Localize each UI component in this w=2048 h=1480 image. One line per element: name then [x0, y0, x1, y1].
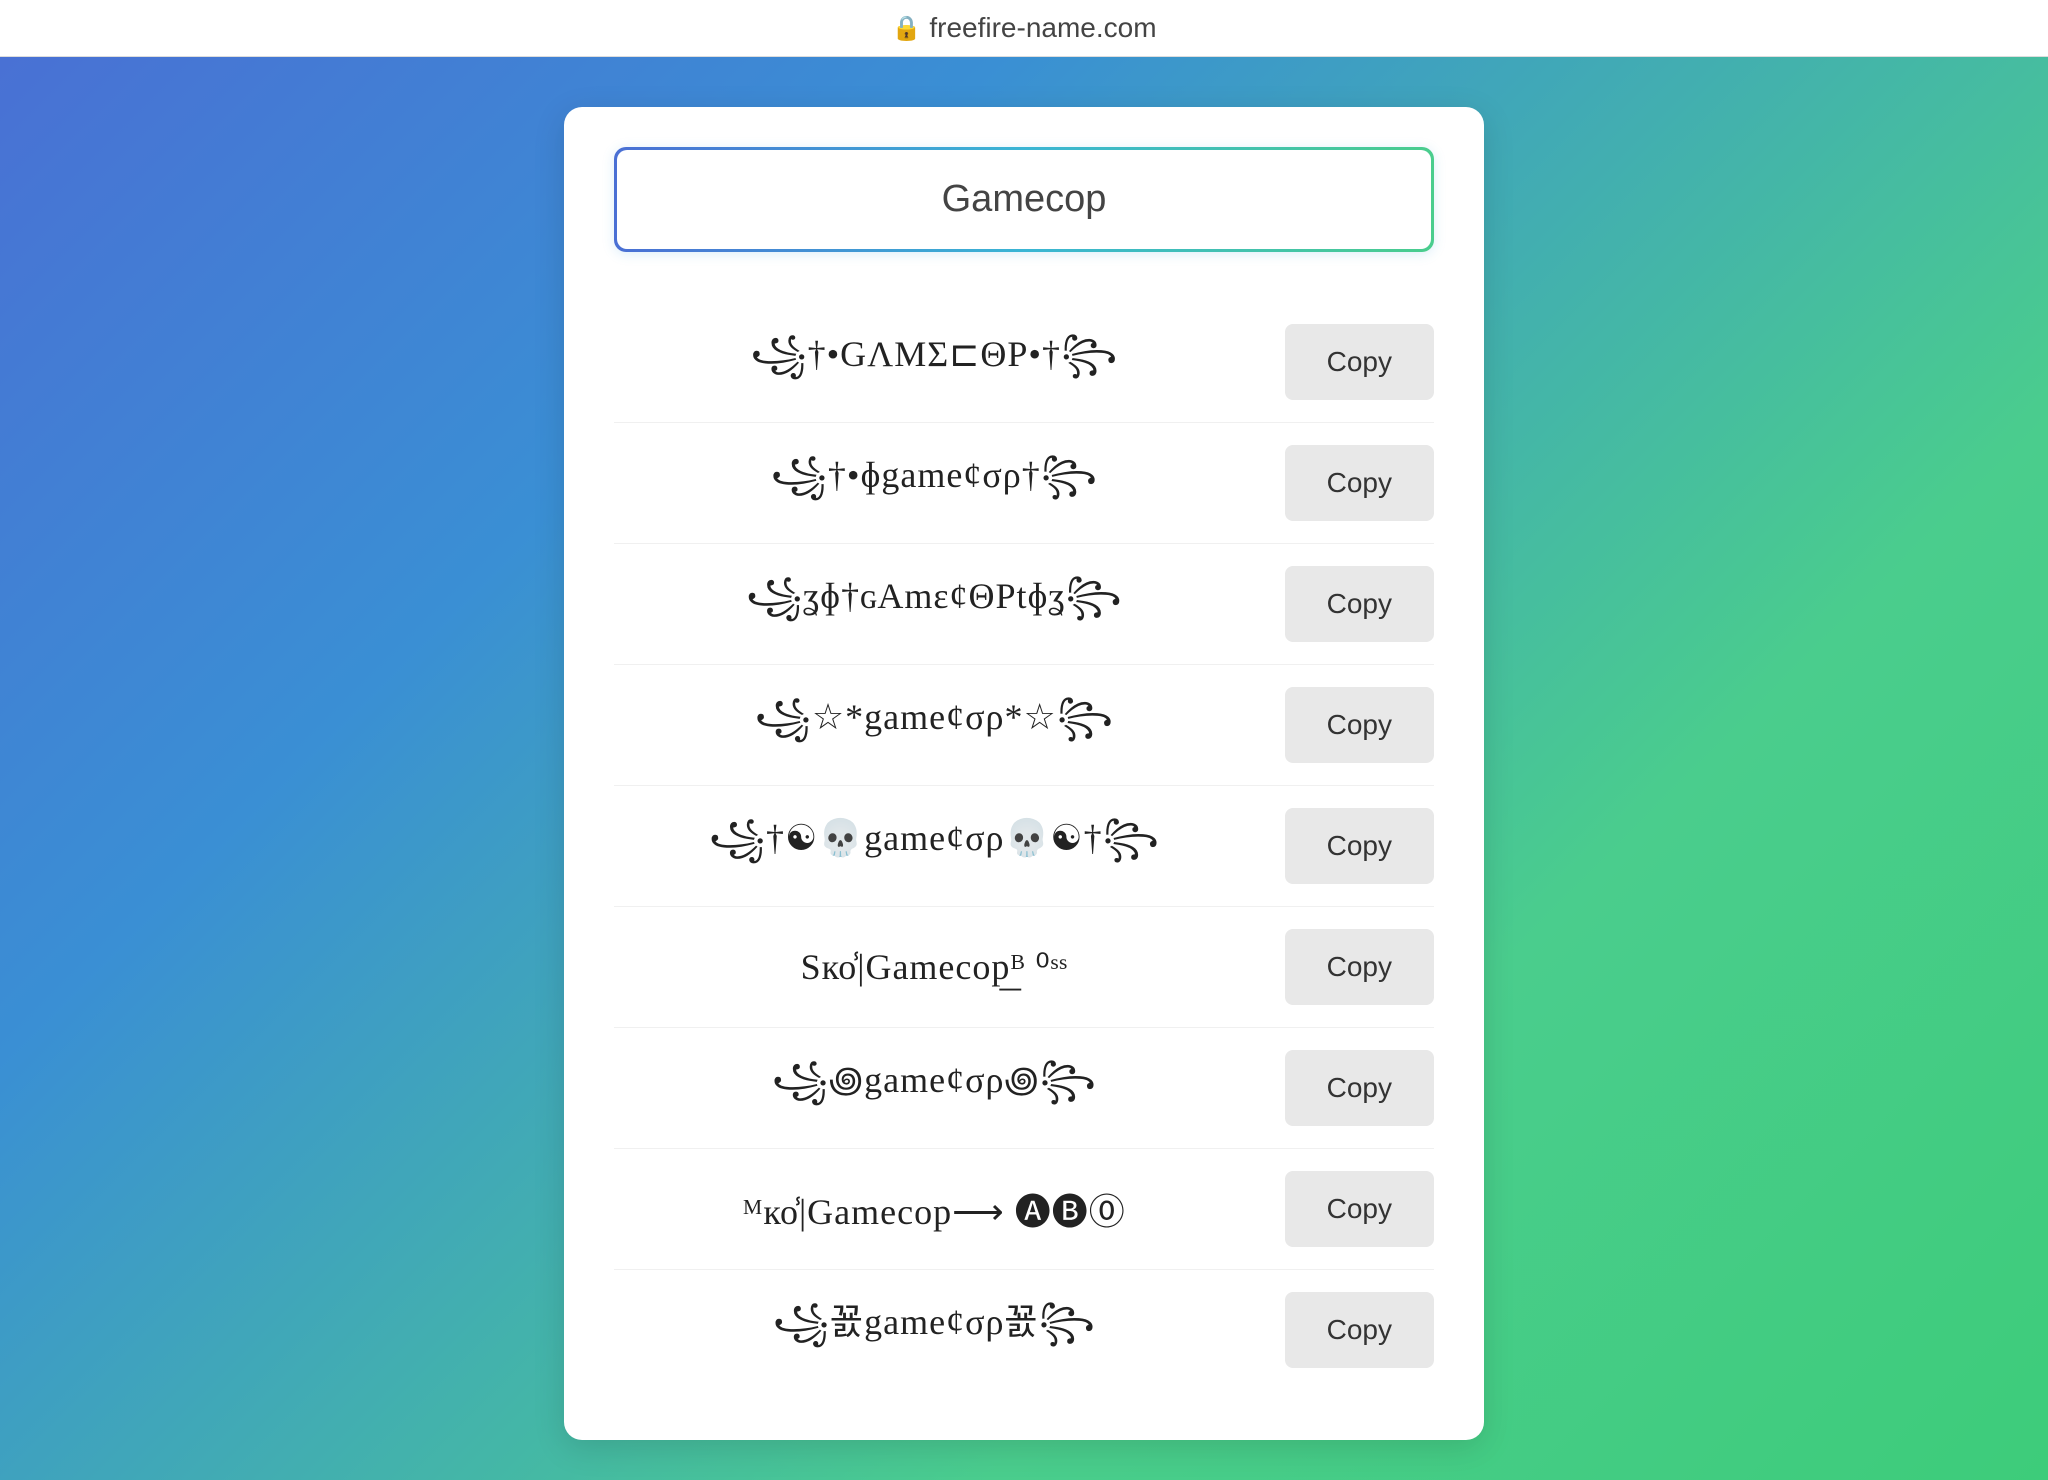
name-text-1: ꧁†•GΛMΣ⊏ΘP•†꧂: [614, 326, 1255, 399]
main-card: ꧁†•GΛMΣ⊏ΘP•†꧂Copy꧁†•ɸgame¢σρ†꧂Copy꧁ʓɸ†ɢA…: [564, 107, 1484, 1440]
name-text-7: ꧁꩜game¢σρ꩜꧂: [614, 1052, 1255, 1125]
copy-button-4[interactable]: Copy: [1285, 687, 1434, 763]
name-text-3: ꧁ʓɸ†ɢAmɛ¢ΘPtɸʓ꧂: [614, 568, 1255, 641]
copy-button-6[interactable]: Copy: [1285, 929, 1434, 1005]
name-row: ᴹко̾|Gamecop⟶ 🅐🅑⓪ Copy: [614, 1149, 1434, 1270]
copy-button-2[interactable]: Copy: [1285, 445, 1434, 521]
copy-button-1[interactable]: Copy: [1285, 324, 1434, 400]
name-text-2: ꧁†•ɸgame¢σρ†꧂: [614, 447, 1255, 520]
copy-button-7[interactable]: Copy: [1285, 1050, 1434, 1126]
name-row: ꧁†•ɸgame¢σρ†꧂ Copy: [614, 423, 1434, 544]
name-text-8: ᴹко̾|Gamecop⟶ 🅐🅑⓪: [614, 1183, 1255, 1235]
name-list: ꧁†•GΛMΣ⊏ΘP•†꧂Copy꧁†•ɸgame¢σρ†꧂Copy꧁ʓɸ†ɢA…: [614, 302, 1434, 1390]
copy-button-5[interactable]: Copy: [1285, 808, 1434, 884]
copy-button-9[interactable]: Copy: [1285, 1292, 1434, 1368]
copy-button-3[interactable]: Copy: [1285, 566, 1434, 642]
name-row: ꧁ʓɸ†ɢAmɛ¢ΘPtɸʓ꧂ Copy: [614, 544, 1434, 665]
lock-icon: 🔒: [891, 14, 921, 43]
top-bar: 🔒 freefire-name.com: [0, 0, 2048, 57]
name-row: Sко̾|Gamecop͟ᴮ ⁰ˢˢ Copy: [614, 907, 1434, 1028]
search-input[interactable]: [617, 150, 1431, 249]
name-row: ꧁†•GΛMΣ⊏ΘP•†꧂ Copy: [614, 302, 1434, 423]
name-row: ꧁†☯💀game¢σρ💀☯†꧂ Copy: [614, 786, 1434, 907]
name-row: ꧁꩜game¢σρ꩜꧂ Copy: [614, 1028, 1434, 1149]
url-text: freefire-name.com: [929, 12, 1156, 44]
copy-button-8[interactable]: Copy: [1285, 1171, 1434, 1247]
name-text-9: ꧁꾨game¢σρ꾨꧂: [614, 1293, 1255, 1367]
search-input-wrapper: [614, 147, 1434, 252]
name-text-4: ꧁☆*game¢σρ*☆꧂: [614, 689, 1255, 762]
name-text-6: Sко̾|Gamecop͟ᴮ ⁰ˢˢ: [614, 946, 1255, 988]
name-text-5: ꧁†☯💀game¢σρ💀☯†꧂: [614, 810, 1255, 883]
name-row: ꧁꾨game¢σρ꾨꧂ Copy: [614, 1270, 1434, 1390]
name-row: ꧁☆*game¢σρ*☆꧂ Copy: [614, 665, 1434, 786]
